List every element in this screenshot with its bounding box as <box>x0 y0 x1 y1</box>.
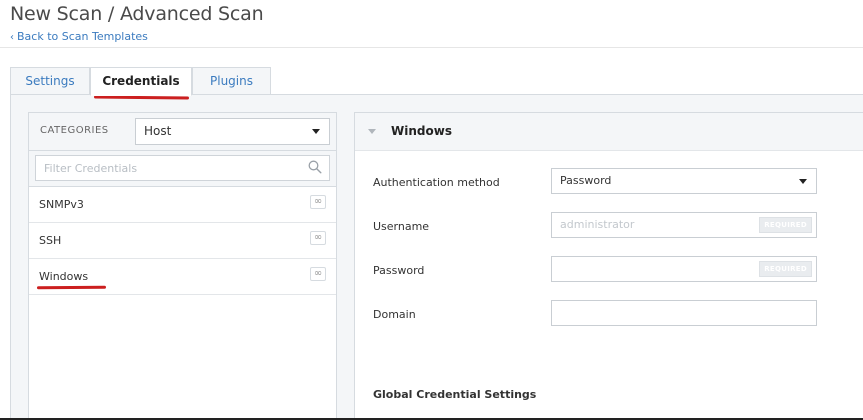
auth-method-label: Authentication method <box>373 176 500 189</box>
category-select[interactable]: Host <box>135 118 330 145</box>
username-label: Username <box>373 220 430 233</box>
tab-credentials[interactable]: Credentials <box>90 67 192 96</box>
header-divider <box>0 47 863 48</box>
filter-bar <box>29 151 336 187</box>
auth-method-value: Password <box>560 174 612 187</box>
category-selected-value: Host <box>144 124 172 138</box>
windows-section-header[interactable]: Windows <box>355 113 863 151</box>
auth-method-select[interactable]: Password <box>551 168 817 194</box>
credential-item-ssh[interactable]: SSH ∞ <box>29 223 336 259</box>
credential-item-windows[interactable]: Windows ∞ <box>29 259 336 295</box>
credential-item-label: Windows <box>39 270 89 283</box>
credential-item-snmpv3[interactable]: SNMPv3 ∞ <box>29 187 336 223</box>
credential-item-label: SNMPv3 <box>39 198 84 211</box>
tab-settings[interactable]: Settings <box>10 67 90 95</box>
infinity-icon: ∞ <box>310 267 326 281</box>
page-title: New Scan / Advanced Scan <box>10 3 264 25</box>
back-link-label: Back to Scan Templates <box>17 30 148 43</box>
search-icon[interactable] <box>308 160 322 174</box>
windows-credential-panel: Windows Authentication method Password U… <box>354 112 863 420</box>
global-credential-settings-title: Global Credential Settings <box>373 388 537 401</box>
windows-annotation-underline <box>36 285 107 290</box>
chevron-down-icon <box>799 179 807 184</box>
chevron-left-icon: ‹ <box>10 32 14 43</box>
password-input[interactable]: REQUIRED <box>551 256 817 282</box>
chevron-down-icon[interactable] <box>368 129 376 134</box>
tab-plugins[interactable]: Plugins <box>192 67 271 95</box>
section-title: Windows <box>391 124 452 138</box>
password-label: Password <box>373 264 425 277</box>
categories-header: CATEGORIES Host <box>29 113 336 151</box>
filter-credentials-input[interactable] <box>35 155 330 181</box>
domain-label: Domain <box>373 308 416 321</box>
required-badge: REQUIRED <box>759 261 812 277</box>
infinity-icon: ∞ <box>310 195 326 209</box>
credentials-category-panel: CATEGORIES Host SNMPv3 ∞ SSH ∞ Windows ∞ <box>28 112 337 420</box>
username-input[interactable]: administrator REQUIRED <box>551 212 817 238</box>
chevron-down-icon <box>312 129 320 134</box>
credential-item-label: SSH <box>39 234 62 247</box>
categories-label: CATEGORIES <box>40 125 109 136</box>
back-link[interactable]: ‹ Back to Scan Templates <box>10 30 148 43</box>
infinity-icon: ∞ <box>310 231 326 245</box>
domain-input[interactable] <box>551 300 817 326</box>
username-placeholder: administrator <box>560 218 635 231</box>
required-badge: REQUIRED <box>759 217 812 233</box>
